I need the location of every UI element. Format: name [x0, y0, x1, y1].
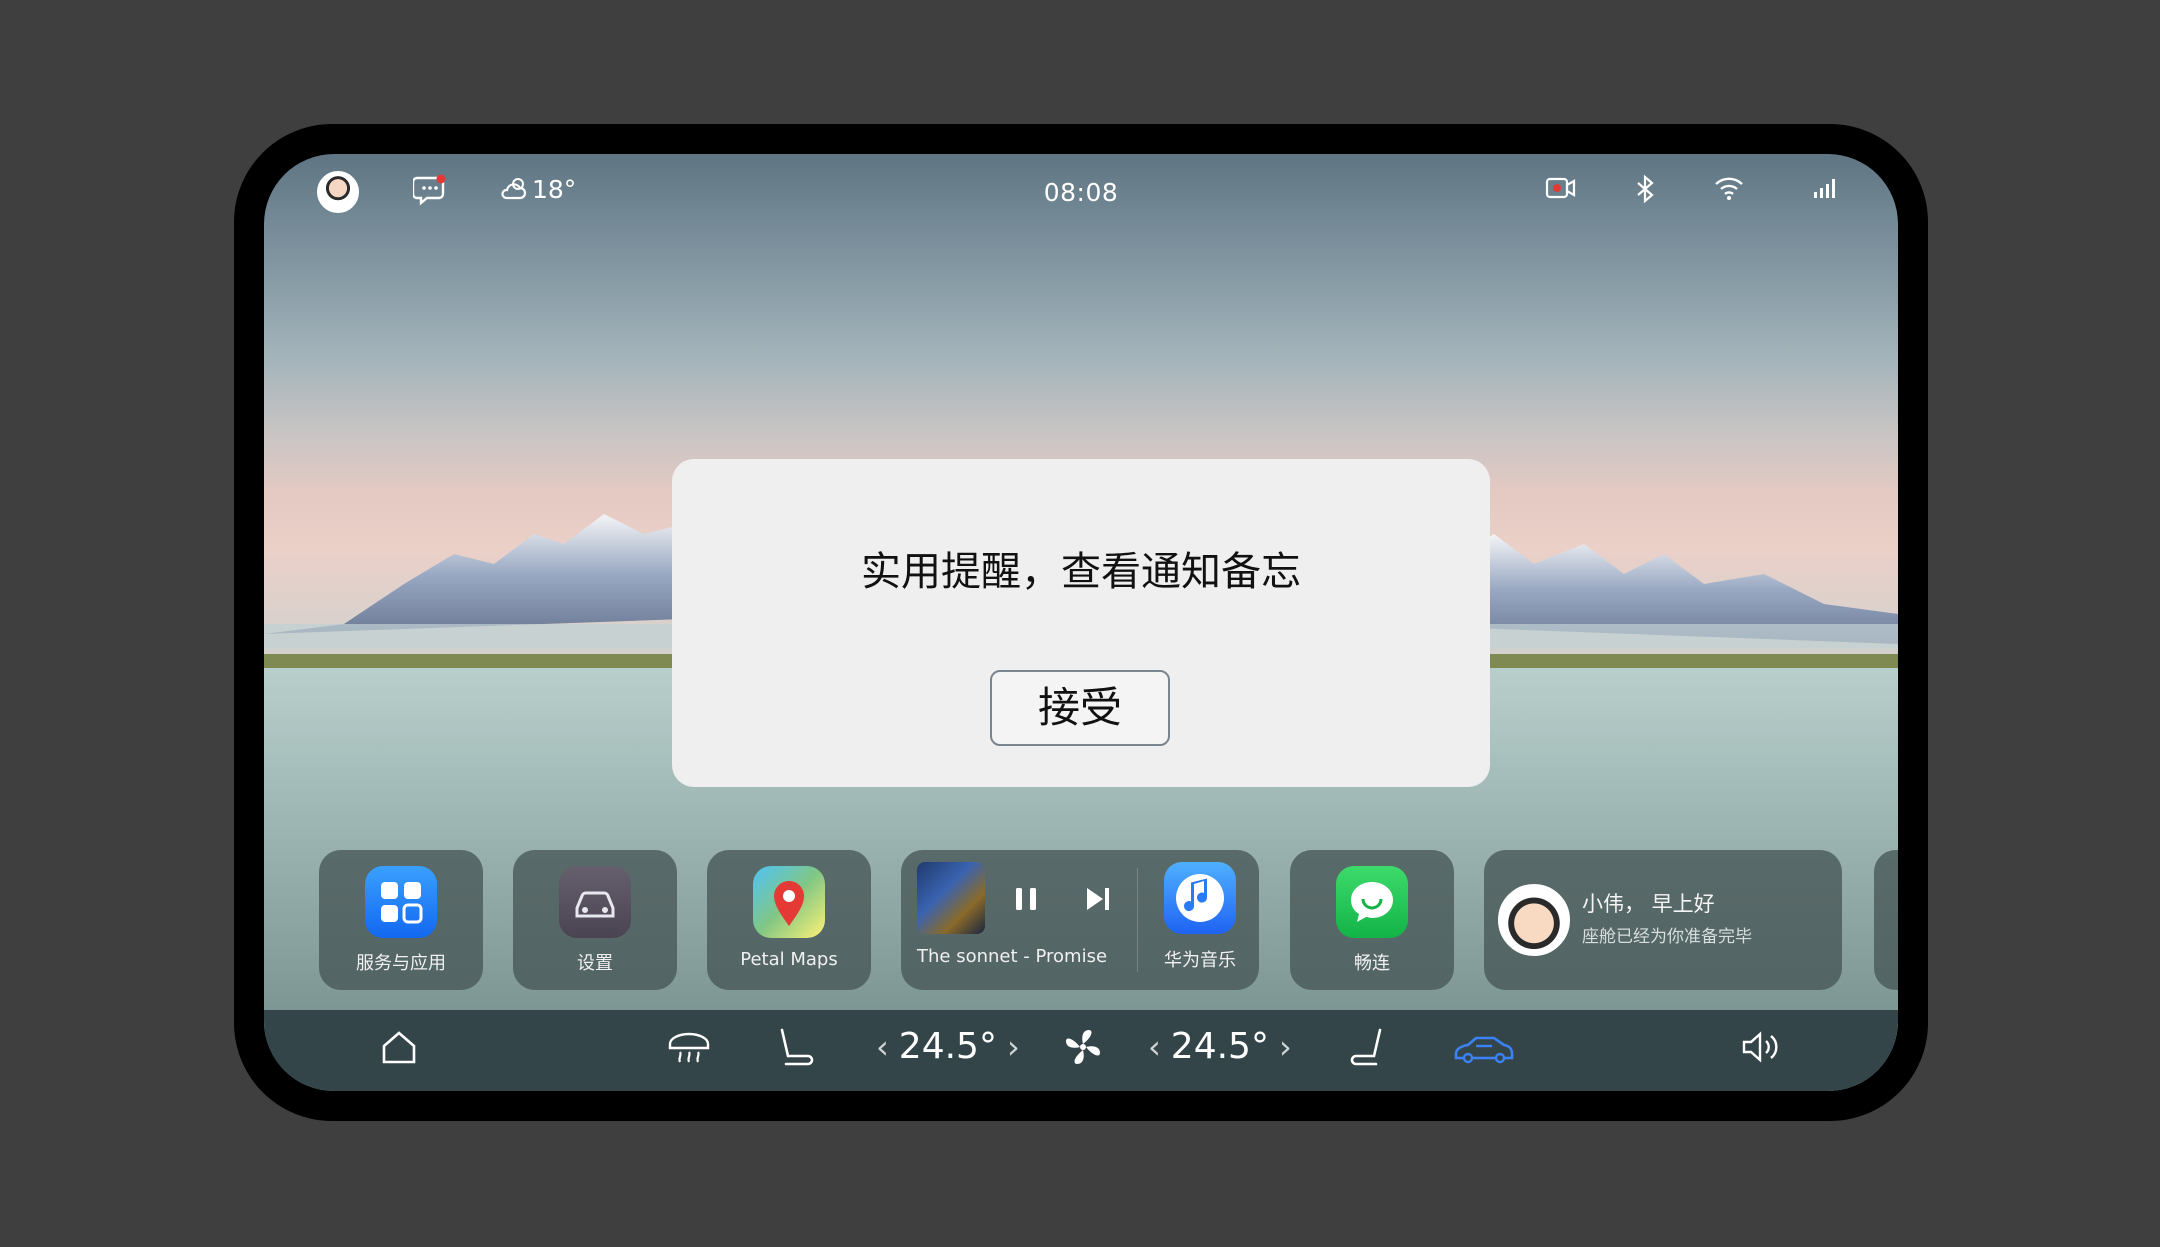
car-screen: 18° 08:08 实用提醒，查看通知备忘 接受 服务与应用 设置 Petal … [264, 154, 1898, 1091]
left-temp-control[interactable]: ‹ 24.5° › [876, 1026, 1020, 1067]
car-settings-icon [559, 866, 631, 938]
increase-temp-icon[interactable]: › [1279, 1028, 1292, 1066]
decrease-temp-icon[interactable]: ‹ [876, 1028, 889, 1066]
app-meetime[interactable]: 畅连 [1290, 850, 1454, 990]
next-track-icon[interactable] [1083, 884, 1113, 918]
right-temp-control[interactable]: ‹ 24.5° › [1148, 1026, 1292, 1067]
seat-left-icon[interactable] [774, 1026, 816, 1068]
decrease-temp-icon[interactable]: ‹ [1148, 1028, 1161, 1066]
app-label: 华为音乐 [1164, 950, 1236, 971]
status-bar: 18° 08:08 [264, 154, 1898, 234]
app-label: 服务与应用 [356, 953, 446, 974]
dashcam-icon[interactable] [1544, 174, 1578, 202]
app-label: 畅连 [1354, 953, 1390, 974]
map-pin-icon [753, 866, 825, 938]
wifi-icon[interactable] [1713, 174, 1745, 202]
app-label: Petal Maps [740, 949, 838, 970]
reminder-dialog: 实用提醒，查看通知备忘 接受 [672, 459, 1490, 787]
chat-bubble-icon [1336, 866, 1408, 938]
bottom-control-bar: ‹ 24.5° › ‹ 24.5° › [264, 1010, 1898, 1091]
dialog-message: 实用提醒，查看通知备忘 [861, 549, 1301, 595]
app-label: 设置 [577, 953, 613, 974]
greeting-card[interactable]: 小伟， 早上好 座舱已经为你准备完毕 [1484, 850, 1842, 990]
app-petal-maps[interactable]: Petal Maps [707, 850, 871, 990]
bluetooth-icon[interactable] [1634, 174, 1656, 204]
left-temperature: 24.5° [898, 1026, 997, 1067]
user-avatar-large [1498, 884, 1570, 956]
track-title: The sonnet - Promise [917, 946, 1108, 967]
music-player-card[interactable]: The sonnet - Promise 华为音乐 [901, 850, 1259, 990]
cellular-signal-icon [1812, 174, 1840, 200]
right-temperature: 24.5° [1170, 1026, 1269, 1067]
increase-temp-icon[interactable]: › [1007, 1028, 1020, 1066]
accept-button[interactable]: 接受 [990, 670, 1170, 746]
volume-icon[interactable] [1738, 1026, 1784, 1068]
album-cover [917, 862, 985, 934]
greeting-title: 小伟， 早上好 [1582, 892, 1715, 916]
home-icon[interactable] [378, 1026, 420, 1068]
rear-defrost-icon[interactable] [666, 1026, 712, 1068]
greeting-subtitle: 座舱已经为你准备完毕 [1582, 927, 1752, 947]
pause-icon[interactable] [1011, 884, 1041, 918]
app-settings[interactable]: 设置 [513, 850, 677, 990]
huawei-music-icon[interactable] [1164, 862, 1236, 934]
seat-right-icon[interactable] [1346, 1026, 1388, 1068]
car-control-icon[interactable] [1452, 1026, 1516, 1068]
divider [1137, 868, 1138, 972]
app-services[interactable]: 服务与应用 [319, 850, 483, 990]
next-card-peek[interactable] [1874, 850, 1898, 990]
services-apps-icon [365, 866, 437, 938]
fan-icon[interactable] [1062, 1026, 1104, 1068]
